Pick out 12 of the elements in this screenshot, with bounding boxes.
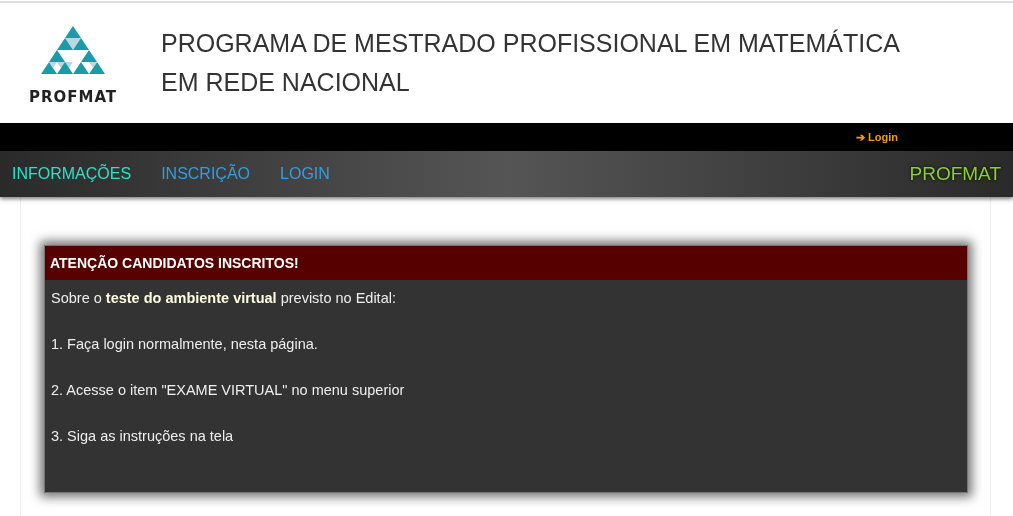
notice-text: 3. Siga as instruções na tela <box>51 427 235 446</box>
nav-item[interactable]: INFORMAÇÕES <box>12 165 132 183</box>
notice-title: ATENÇÃO CANDIDATOS INSCRITOS! <box>45 246 967 280</box>
brand-text: PROFMAT <box>909 163 1001 185</box>
logo-text: PROFMAT <box>28 88 118 106</box>
notice-text: Sobre o teste do ambiente virtual previsto no Edital: <box>51 289 397 308</box>
login-link[interactable]: ➔ Login <box>856 130 898 144</box>
nav-item[interactable]: INSCRIÇÃO <box>161 165 251 183</box>
notice-text: 1. Faça login normalmente, nesta página. <box>51 335 319 354</box>
site-title: EM REDE NACIONAL <box>161 67 411 98</box>
site-title: PROGRAMA DE MESTRADO PROFISSIONAL EM MATEMÁTICA <box>161 28 900 59</box>
notice-text: 2. Acesse o item "EXAME VIRTUAL" no menu superior <box>51 381 406 400</box>
